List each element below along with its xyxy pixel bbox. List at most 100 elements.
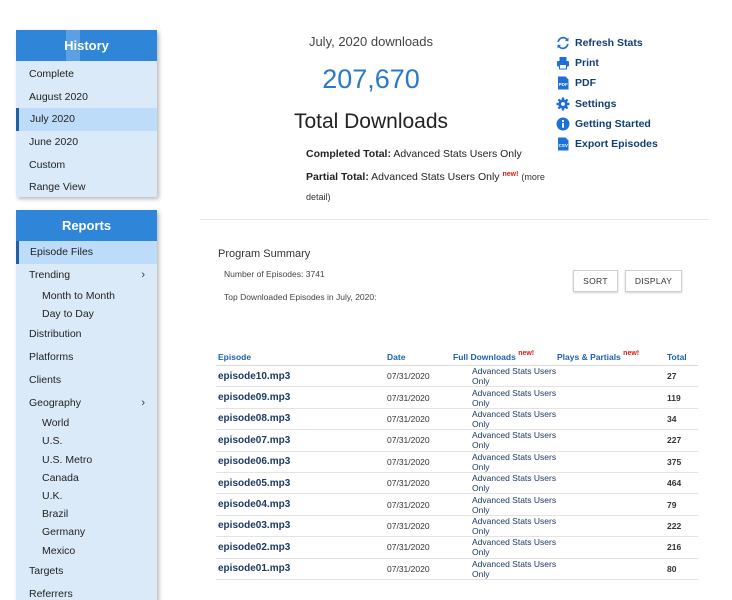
episode-date: 07/31/2020 [387, 499, 430, 510]
refresh-stats-action[interactable]: Refresh Stats [556, 33, 658, 53]
full-downloads-label: Full Downloads [453, 351, 516, 362]
reports-item-trending[interactable]: Trending › [16, 264, 157, 287]
episode-count-text: Number of Episodes: 3741 [224, 269, 325, 279]
print-label: Print [575, 57, 599, 70]
settings-action[interactable]: Settings [556, 94, 658, 114]
reports-subitem-us[interactable]: U.S. [16, 432, 157, 450]
table-row: episode10.mp3 07/31/2020 Advanced Stats … [216, 366, 698, 388]
episode-name[interactable]: episode01.mp3 [216, 563, 387, 574]
table-row: episode02.mp3 07/31/2020 Advanced Stats … [216, 537, 698, 559]
reports-subitem-brazil[interactable]: Brazil [16, 505, 157, 523]
reports-header: Reports [16, 210, 157, 241]
reports-subitem-world[interactable]: World [16, 414, 157, 432]
total-value: 222 [667, 520, 682, 531]
reports-subitem-germany[interactable]: Germany [16, 523, 157, 541]
episode-name[interactable]: episode04.mp3 [216, 499, 387, 510]
sort-button[interactable]: SORT [573, 270, 618, 292]
reports-title: Reports [61, 218, 112, 233]
reports-subitem-month-to-month[interactable]: Month to Month [16, 287, 157, 305]
svg-text:PDF: PDF [559, 82, 568, 87]
episode-date: 07/31/2020 [387, 392, 430, 403]
episode-name[interactable]: episode07.mp3 [216, 435, 387, 446]
history-item-august-2020[interactable]: August 2020 [16, 86, 157, 109]
total-value: 34 [667, 413, 677, 424]
total-value: 119 [667, 392, 681, 403]
reports-item-targets[interactable]: Targets [16, 560, 157, 583]
top-episodes-text: Top Downloaded Episodes in July, 2020: [224, 292, 377, 302]
history-item-range-view[interactable]: Range View [16, 176, 157, 199]
history-list: Complete August 2020 July 2020 June 2020… [16, 61, 157, 199]
new-badge: new! [502, 171, 519, 178]
export-episodes-action[interactable]: CSV Export Episodes [556, 134, 658, 154]
reports-item-geography[interactable]: Geography › [16, 391, 157, 414]
episode-date: 07/31/2020 [387, 456, 430, 467]
full-downloads-value: Advanced Stats Users Only [472, 366, 557, 387]
pdf-file-icon: PDF [556, 76, 570, 90]
table-row: episode06.mp3 07/31/2020 Advanced Stats … [216, 452, 698, 473]
column-header-full-downloads[interactable]: Full Downloads new! [453, 350, 557, 362]
episode-date: 07/31/2020 [387, 520, 430, 531]
reports-item-platforms[interactable]: Platforms [16, 346, 157, 369]
reports-subitem-uk[interactable]: U.K. [16, 487, 157, 505]
pdf-label: PDF [575, 77, 596, 90]
history-item-june-2020[interactable]: June 2020 [16, 131, 157, 154]
table-row: episode05.mp3 07/31/2020 Advanced Stats … [216, 473, 698, 495]
total-downloads-number: 207,670 [322, 64, 420, 94]
history-header: History [16, 30, 157, 61]
episode-name[interactable]: episode10.mp3 [216, 371, 387, 382]
episode-name[interactable]: episode03.mp3 [216, 520, 387, 531]
reports-item-clients[interactable]: Clients [16, 369, 157, 392]
episode-date: 07/31/2020 [387, 542, 430, 553]
reports-item-referrers[interactable]: Referrers [16, 582, 157, 600]
pdf-action[interactable]: PDF PDF [556, 73, 658, 93]
total-value: 79 [667, 499, 677, 510]
history-item-complete[interactable]: Complete [16, 63, 157, 86]
episode-name[interactable]: episode05.mp3 [216, 478, 387, 489]
history-item-custom[interactable]: Custom [16, 153, 157, 176]
svg-text:CSV: CSV [558, 143, 568, 148]
more-detail-link-end[interactable]: detail) [306, 192, 331, 202]
full-downloads-value: Advanced Stats Users Only [472, 430, 557, 451]
total-value: 464 [667, 478, 682, 489]
reports-subitem-day-to-day[interactable]: Day to Day [16, 305, 157, 323]
display-button[interactable]: DISPLAY [625, 270, 682, 292]
plays-partials-label: Plays & Partials [557, 351, 621, 362]
episode-name[interactable]: episode06.mp3 [216, 456, 387, 467]
completed-total-value: Advanced Stats Users Only [393, 148, 522, 160]
full-downloads-value: Advanced Stats Users Only [472, 408, 557, 429]
print-action[interactable]: Print [556, 53, 658, 73]
completed-total-line: Completed Total: Advanced Stats Users On… [306, 144, 522, 164]
reports-item-distribution[interactable]: Distribution [16, 323, 157, 346]
episode-name[interactable]: episode08.mp3 [216, 413, 387, 424]
partial-total-line: Partial Total: Advanced Stats Users Only… [306, 167, 546, 207]
episode-name[interactable]: episode02.mp3 [216, 542, 387, 553]
column-header-total[interactable]: Total [667, 352, 698, 362]
actions-menu: Refresh Stats Print PDF PDF Settings Get… [556, 33, 658, 154]
total-value: 216 [667, 542, 682, 553]
episode-name[interactable]: episode09.mp3 [216, 392, 387, 403]
column-header-date[interactable]: Date [387, 352, 453, 362]
reports-item-episode-files[interactable]: Episode Files [16, 241, 157, 264]
history-item-july-2020[interactable]: July 2020 [16, 108, 157, 131]
total-value: 227 [667, 435, 682, 446]
full-downloads-value: Advanced Stats Users Only [472, 451, 557, 472]
more-detail-link[interactable]: (more [521, 172, 545, 182]
full-downloads-value: Advanced Stats Users Only [472, 494, 557, 515]
table-row: episode01.mp3 07/31/2020 Advanced Stats … [216, 559, 698, 580]
column-header-episode[interactable]: Episode [216, 352, 387, 362]
full-downloads-value: Advanced Stats Users Only [472, 537, 557, 558]
full-downloads-value: Advanced Stats Users Only [472, 558, 557, 579]
getting-started-action[interactable]: Getting Started [556, 114, 658, 134]
full-downloads-value: Advanced Stats Users Only [472, 387, 557, 408]
reports-subitem-us-metro[interactable]: U.S. Metro [16, 451, 157, 469]
history-title: History [64, 38, 109, 53]
column-header-plays-partials[interactable]: Plays & Partials new! [557, 349, 667, 362]
new-badge: new! [623, 349, 640, 357]
table-row: episode07.mp3 07/31/2020 Advanced Stats … [216, 430, 698, 452]
reports-subitem-mexico[interactable]: Mexico [16, 541, 157, 559]
episode-date: 07/31/2020 [387, 563, 430, 574]
reports-subitem-canada[interactable]: Canada [16, 469, 157, 487]
history-panel: History Complete August 2020 July 2020 J… [16, 30, 157, 197]
reports-panel: Reports Episode Files Trending › Month t… [16, 210, 157, 600]
full-downloads-value: Advanced Stats Users Only [472, 473, 557, 494]
